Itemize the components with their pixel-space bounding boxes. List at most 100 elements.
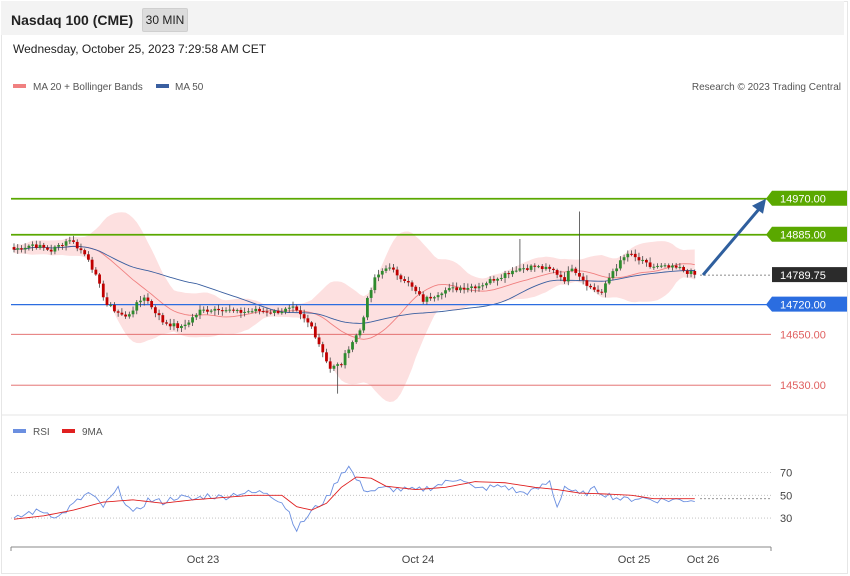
last-price-label: 14789.75	[780, 270, 826, 282]
candle-body	[615, 268, 619, 272]
candle-body	[514, 270, 518, 272]
candle-body	[49, 249, 53, 252]
candle-body	[321, 344, 325, 353]
candle-body	[555, 270, 559, 275]
legend-rsi-label: RSI	[33, 427, 50, 438]
candle-body	[42, 244, 46, 248]
bollinger-band-area	[14, 212, 695, 403]
candle-body	[630, 253, 633, 255]
candle-body	[537, 266, 540, 268]
candle-body	[354, 335, 358, 343]
candle-body	[64, 241, 68, 246]
candle-body	[46, 247, 49, 250]
candle-body	[399, 275, 403, 280]
candle-body	[98, 274, 101, 284]
candle-body	[499, 277, 503, 279]
bollinger-band-fill	[14, 212, 695, 403]
candle-body	[596, 289, 600, 292]
candle-body	[57, 245, 61, 247]
research-credit: Research © 2023 Trading Central	[692, 82, 841, 93]
candle-body	[477, 286, 481, 289]
candle-body	[328, 361, 332, 369]
candle-body	[384, 268, 388, 271]
candle-body	[202, 309, 206, 311]
candle-body	[232, 309, 235, 311]
candle-body	[90, 259, 94, 270]
candle-body	[432, 297, 436, 299]
candle-body	[153, 307, 157, 314]
candle-body	[187, 322, 191, 325]
candle-body	[455, 287, 459, 291]
candle-body	[176, 323, 180, 329]
candle-body	[470, 286, 473, 288]
candle-body	[299, 310, 302, 315]
rsi-9ma-line	[13, 476, 695, 520]
candle-body	[194, 314, 198, 318]
candle-body	[566, 270, 570, 282]
candle-body	[224, 310, 228, 312]
candle-body	[313, 326, 317, 338]
support-level-label: 14530.00	[780, 380, 826, 392]
candle-body	[369, 290, 373, 298]
candle-body	[488, 279, 492, 284]
rsi-tick-label: 50	[780, 490, 792, 502]
candle-body	[261, 311, 265, 313]
candle-body	[444, 290, 447, 294]
candle-body	[287, 307, 291, 309]
candle-body	[250, 311, 254, 313]
candle-body	[235, 309, 239, 311]
candle-body	[451, 287, 455, 289]
candle-body	[533, 265, 537, 267]
candle-body	[306, 318, 310, 323]
candle-body	[395, 269, 399, 276]
candle-body	[626, 253, 630, 258]
candle-body	[142, 297, 146, 301]
x-tick-label: Oct 23	[187, 554, 219, 566]
candle-body	[641, 259, 645, 261]
candle-body	[168, 323, 172, 327]
candle-body	[392, 267, 395, 270]
candle-body	[485, 283, 488, 286]
candle-body	[447, 288, 451, 291]
forecast-arrow-shaft	[701, 205, 763, 276]
candle-body	[645, 259, 648, 263]
forecast-arrow-head	[752, 198, 766, 214]
candle-body	[540, 266, 544, 270]
x-tick-label: Oct 26	[687, 554, 719, 566]
candle-body	[87, 254, 90, 260]
candle-body	[116, 311, 120, 313]
candle-body	[648, 262, 652, 267]
candle-body	[425, 296, 429, 302]
candle-body	[682, 266, 685, 271]
candle-body	[351, 342, 354, 350]
candle-body	[228, 309, 232, 311]
candle-body	[101, 283, 105, 298]
candle-body	[637, 257, 641, 261]
candle-body	[246, 311, 250, 313]
candle-body	[503, 273, 507, 278]
support-level-label: 14650.00	[780, 329, 826, 341]
candle-body	[663, 265, 667, 267]
candle-body	[295, 306, 299, 311]
candle-body	[23, 247, 27, 250]
price-and-rsi-chart: MA 20 + Bollinger Bands MA 50 Research ©…	[1, 82, 848, 566]
candle-body	[269, 312, 273, 314]
candle-body	[16, 248, 20, 250]
candle-body	[206, 309, 209, 312]
candle-body	[265, 311, 269, 313]
candle-body	[34, 244, 38, 248]
level-labels: 14970.00 14885.00 14789.75 14720.00 14650.00…	[766, 190, 847, 392]
candle-body	[358, 330, 362, 336]
candle-body	[570, 268, 574, 271]
candle-body	[574, 268, 578, 273]
candle-body	[332, 365, 336, 369]
candle-body	[347, 349, 351, 354]
candle-body	[611, 271, 615, 278]
candle-body	[462, 287, 466, 290]
candle-body	[429, 296, 433, 299]
candle-body	[31, 244, 34, 246]
candle-body	[578, 272, 581, 277]
candle-body	[20, 248, 23, 250]
candle-body	[440, 293, 444, 296]
candle-body	[254, 308, 258, 312]
